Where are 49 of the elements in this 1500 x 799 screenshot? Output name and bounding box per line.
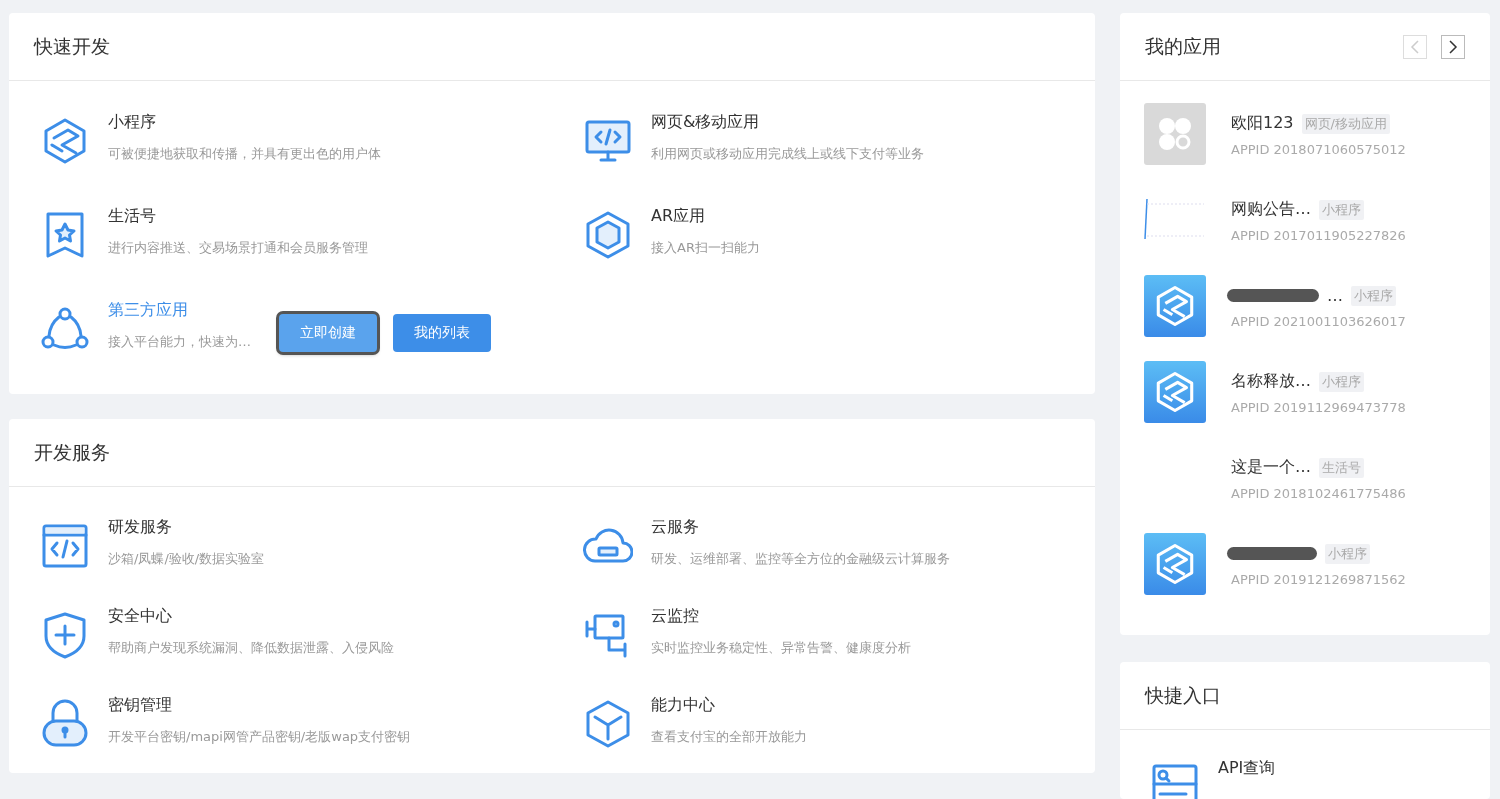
item-description: 可被便捷地获取和传播，并具有更出色的用户体 bbox=[108, 145, 381, 163]
app-id: APPID 2018071060575012 bbox=[1231, 141, 1406, 157]
app-id: APPID 2017011905227826 bbox=[1231, 227, 1406, 243]
item-title[interactable]: 小程序 bbox=[108, 112, 381, 133]
app-id: APPID 2018102461775486 bbox=[1231, 485, 1406, 501]
app-type-tag: 小程序 bbox=[1351, 285, 1396, 306]
card-title: 开发服务 bbox=[34, 439, 110, 465]
item-title[interactable]: 安全中心 bbox=[108, 606, 394, 627]
app-name[interactable]: 名称释放… bbox=[1231, 371, 1311, 392]
item-description: 进行内容推送、交易场景打通和会员服务管理 bbox=[108, 239, 368, 257]
item-title[interactable]: 生活号 bbox=[108, 206, 368, 227]
app-icon bbox=[1144, 103, 1206, 165]
item-description: 实时监控业务稳定性、异常告警、健康度分析 bbox=[651, 639, 911, 657]
app-id: APPID 2021001103626017 bbox=[1231, 313, 1406, 329]
next-button[interactable] bbox=[1441, 34, 1465, 59]
app-type-tag: 网页/移动应用 bbox=[1301, 113, 1390, 134]
item-description: 沙箱/凤蝶/验收/数据实验室 bbox=[108, 550, 265, 568]
item-description: 查看支付宝的全部开放能力 bbox=[651, 728, 807, 746]
item-title[interactable]: 云监控 bbox=[651, 606, 911, 627]
app-name[interactable]: 欧阳123 bbox=[1231, 113, 1294, 134]
app-id: APPID 2019121269871562 bbox=[1231, 571, 1406, 587]
app-type-tag: 小程序 bbox=[1319, 199, 1364, 220]
padlock-icon bbox=[40, 699, 90, 749]
app-type-tag: 小程序 bbox=[1319, 371, 1364, 392]
item-title[interactable]: API查询 bbox=[1218, 758, 1276, 799]
item-title[interactable]: 研发服务 bbox=[108, 517, 265, 538]
item-title[interactable]: 密钥管理 bbox=[108, 695, 411, 716]
api-document-icon bbox=[1150, 762, 1200, 799]
item-title[interactable]: 云服务 bbox=[651, 517, 950, 538]
app-name[interactable]: 这是一个… bbox=[1231, 457, 1311, 478]
item-title[interactable]: 网页&移动应用 bbox=[651, 112, 924, 133]
app-type-tag: 小程序 bbox=[1325, 543, 1370, 564]
item-title[interactable]: AR应用 bbox=[651, 206, 760, 227]
app-name[interactable]: 网购公告… bbox=[1231, 199, 1311, 220]
item-description: 利用网页或移动应用完成线上或线下支付等业务 bbox=[651, 145, 924, 163]
item-description: 研发、运维部署、监控等全方位的金融级云计算服务 bbox=[651, 550, 950, 568]
chevron-right-icon bbox=[1448, 39, 1458, 54]
app-id: APPID 2019112969473778 bbox=[1231, 399, 1406, 415]
card-title: 我的应用 bbox=[1145, 33, 1221, 59]
item-title[interactable]: 能力中心 bbox=[651, 695, 807, 716]
item-description: 开发平台密钥/mapi网管产品密钥/老版wap支付密钥 bbox=[108, 728, 411, 746]
card-title: 快捷入口 bbox=[1145, 682, 1221, 708]
app-type-tag: 生活号 bbox=[1319, 457, 1364, 478]
item-description: 接入平台能力，快速为… bbox=[108, 333, 251, 351]
card-title: 快速开发 bbox=[34, 33, 110, 59]
item-title[interactable]: 第三方应用 bbox=[108, 300, 251, 321]
item-description: 帮助商户发现系统漏洞、降低数据泄露、入侵风险 bbox=[108, 639, 394, 657]
chevron-left-icon bbox=[1410, 39, 1420, 54]
app-name[interactable]: … bbox=[1327, 286, 1343, 305]
